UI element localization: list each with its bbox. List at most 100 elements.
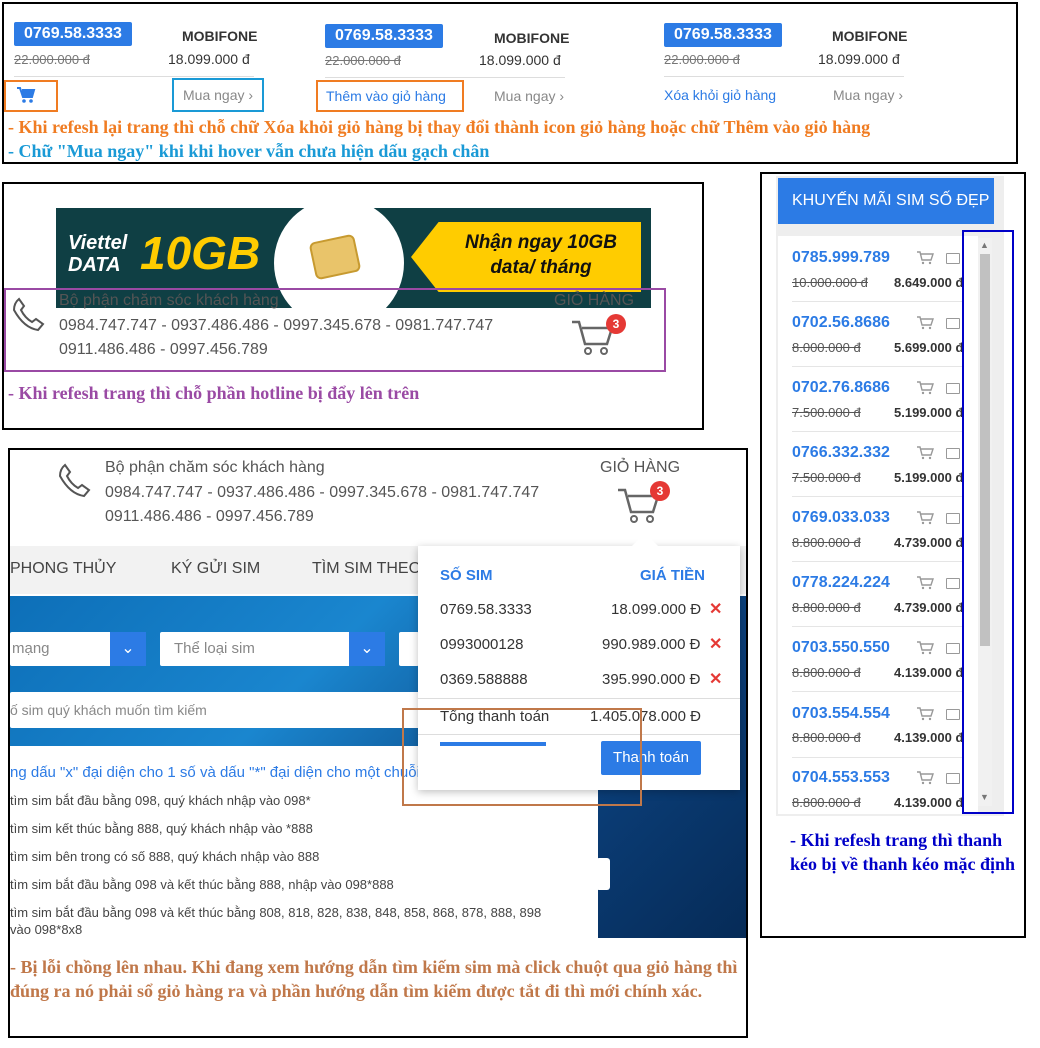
banner-brand: Viettel DATA [68, 232, 128, 276]
cart-icon[interactable] [916, 576, 934, 590]
remove-item-icon[interactable]: ✕ [709, 669, 722, 689]
cart-icon[interactable] [916, 446, 934, 460]
phone-icon [58, 463, 91, 498]
card-icon[interactable] [946, 773, 960, 784]
note-hotline: - Khi refesh trang thì chỗ phần hotline … [8, 383, 420, 403]
promo-old-price: 8.800.000 đ [792, 600, 861, 615]
cart-icon[interactable] [916, 251, 934, 265]
card-icon[interactable] [946, 383, 960, 394]
guide-line: vào 098*8x8 [10, 922, 83, 937]
network-select-value: mạng [12, 640, 50, 657]
note-buy-now-hover: - Chữ "Mua ngay" khi khi hover vẫn chưa … [8, 141, 490, 161]
promo-sim-number[interactable]: 0702.76.8686 [792, 379, 890, 397]
sim-carrier: MOBIFONE [832, 28, 908, 44]
nav-item-ky-gui-sim[interactable]: KÝ GỬI SIM [171, 560, 260, 578]
chevron-down-icon: ⌄ [349, 632, 385, 666]
divider [664, 76, 904, 77]
divider [792, 561, 962, 562]
banner-cta: Nhận ngay 10GB data/ tháng [464, 232, 618, 278]
promo-new-price: 8.649.000 đ [894, 275, 964, 290]
buy-now-link[interactable]: Mua ngay › [494, 88, 564, 104]
extra-select[interactable] [399, 632, 419, 666]
note-remove-cart: - Khi refesh lại trang thì chỗ chữ Xóa k… [8, 117, 871, 137]
card-icon[interactable] [946, 578, 960, 589]
cart-icon[interactable] [16, 86, 36, 104]
promo-old-price: 10.000.000 đ [792, 275, 868, 290]
promo-sim-number[interactable]: 0778.224.224 [792, 574, 890, 592]
card-icon[interactable] [946, 448, 960, 459]
cart-icon[interactable] [916, 511, 934, 525]
promo-old-price: 8.800.000 đ [792, 730, 861, 745]
cart-icon[interactable] [916, 316, 934, 330]
remove-from-cart-link[interactable]: Xóa khỏi giỏ hàng [664, 87, 776, 103]
divider [792, 431, 962, 432]
nav-item-phong-thuy[interactable]: PHONG THỦY [10, 560, 116, 578]
sim-type-select[interactable]: Thể loại sim ⌄ [160, 632, 385, 666]
buy-now-link[interactable]: Mua ngay › [183, 87, 253, 103]
cart-row-sim: 0369.588888 [440, 671, 528, 688]
card-icon[interactable] [946, 513, 960, 524]
promo-new-price: 5.199.000 đ [894, 405, 964, 420]
promo-new-price: 5.699.000 đ [894, 340, 964, 355]
promo-old-price: 7.500.000 đ [792, 405, 861, 420]
promo-sim-number[interactable]: 0704.553.553 [792, 769, 890, 787]
promo-new-price: 4.739.000 đ [894, 600, 964, 615]
cart-icon[interactable] [916, 771, 934, 785]
chevron-down-icon: ⌄ [110, 632, 146, 666]
highlight-overlap [402, 708, 642, 806]
divider [792, 757, 962, 758]
network-select[interactable]: mạng ⌄ [10, 632, 146, 666]
cart-icon[interactable] [916, 641, 934, 655]
promo-old-price: 8.800.000 đ [792, 665, 861, 680]
divider [792, 626, 962, 627]
divider [792, 496, 962, 497]
cart-row-sim: 0769.58.3333 [440, 601, 532, 618]
sim-number-badge[interactable]: 0769.58.3333 [325, 24, 443, 48]
sim-old-price: 22.000.000 đ [14, 52, 90, 67]
note-scrollbar: - Khi refesh trang thì thanh kéo bị về t… [790, 830, 1016, 874]
search-input-placeholder: ố sim quý khách muốn tìm kiếm [10, 702, 207, 718]
guide-line: tìm sim kết thúc bằng 888, quý khách nhậ… [10, 821, 313, 836]
nav-item-tim-sim-theo[interactable]: TÌM SIM THEO [312, 560, 421, 578]
phone-icon [12, 297, 45, 332]
divider [792, 691, 962, 692]
divider [325, 77, 565, 78]
cart-icon[interactable] [916, 381, 934, 395]
cart-label[interactable]: GIỎ HÀNG [554, 292, 634, 310]
buy-now-link[interactable]: Mua ngay › [833, 87, 903, 103]
add-to-cart-link[interactable]: Thêm vào giỏ hàng [326, 88, 446, 104]
cart-row-price: 18.099.000 Đ [611, 601, 702, 618]
promo-sim-number[interactable]: 0785.999.789 [792, 249, 890, 267]
sim-number-badge[interactable]: 0769.58.3333 [14, 22, 132, 46]
card-icon[interactable] [946, 318, 960, 329]
sim-type-select-value: Thể loại sim [174, 640, 255, 657]
hotline-line2: 0911.486.486 - 0997.456.789 [105, 508, 314, 525]
panel-sim-cards [2, 2, 1018, 164]
promo-new-price: 4.739.000 đ [894, 535, 964, 550]
card-icon[interactable] [946, 643, 960, 654]
guide-line: tìm sim bắt đầu bằng 098 và kết thúc bằn… [10, 877, 394, 892]
promo-sim-number[interactable]: 0703.554.554 [792, 705, 890, 723]
search-input[interactable]: ố sim quý khách muốn tìm kiếm [10, 692, 420, 728]
sim-old-price: 22.000.000 đ [664, 52, 740, 67]
guide-line: tìm sim bên trong có số 888, quý khách n… [10, 849, 320, 864]
promo-sim-number[interactable]: 0769.033.033 [792, 509, 890, 527]
guide-title: ng dấu "x" đại diện cho 1 số và dấu "*" … [10, 764, 445, 781]
card-icon[interactable] [946, 253, 960, 264]
hero-button[interactable] [596, 858, 610, 890]
promo-sim-number[interactable]: 0702.56.8686 [792, 314, 890, 332]
cart-row-sim: 0993000128 [440, 636, 524, 653]
sim-number-badge[interactable]: 0769.58.3333 [664, 23, 782, 47]
col-price-header: GIÁ TIỀN [640, 567, 706, 584]
card-icon[interactable] [946, 709, 960, 720]
promo-sim-number[interactable]: 0766.332.332 [792, 444, 890, 462]
banner-big: 10GB [140, 227, 261, 279]
cart-icon[interactable] [916, 707, 934, 721]
promo-sim-number[interactable]: 0703.550.550 [792, 639, 890, 657]
remove-item-icon[interactable]: ✕ [709, 599, 722, 619]
remove-item-icon[interactable]: ✕ [709, 634, 722, 654]
hotline-line1: 0984.747.747 - 0937.486.486 - 0997.345.6… [59, 317, 494, 334]
sim-new-price: 18.099.000 đ [479, 52, 561, 68]
divider [418, 698, 740, 699]
cart-label[interactable]: GIỎ HÀNG [600, 459, 680, 477]
